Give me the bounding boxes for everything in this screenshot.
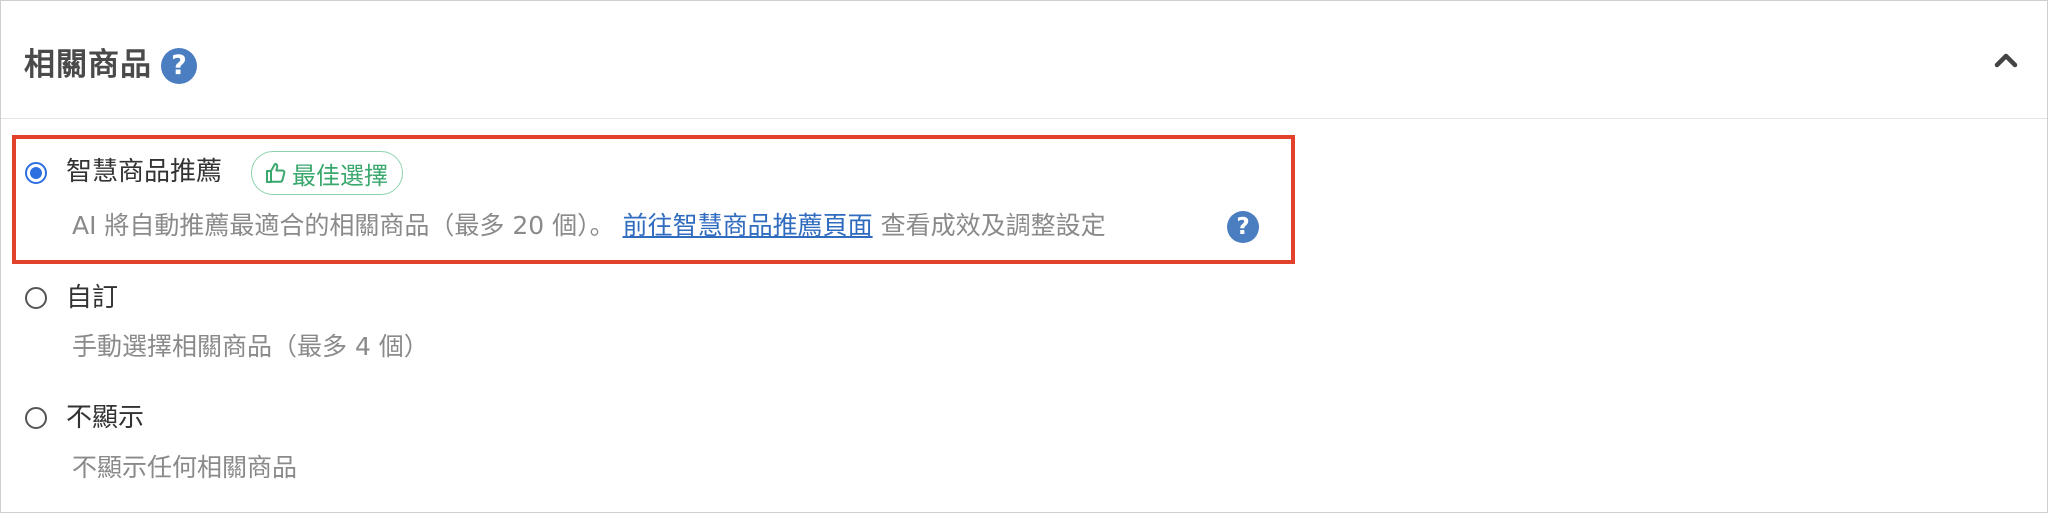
description-text: AI 將自動推薦最適合的相關商品（最多 20 個）。 xyxy=(72,211,615,240)
radio-smart-recommendation[interactable] xyxy=(25,162,47,184)
panel-header: 相關商品 ? xyxy=(1,1,2047,119)
badge-label: 最佳選擇 xyxy=(292,161,388,190)
best-choice-badge: 最佳選擇 xyxy=(251,151,403,195)
thumbs-up-icon xyxy=(266,163,286,183)
chevron-up-icon xyxy=(1994,53,2018,68)
question-circle-icon[interactable]: ? xyxy=(1227,211,1259,243)
section-title: 相關商品 xyxy=(24,47,152,83)
smart-recommendation-page-link[interactable]: 前往智慧商品推薦頁面 xyxy=(623,211,873,240)
description-suffix: 查看成效及調整設定 xyxy=(880,211,1106,240)
radio-hide[interactable] xyxy=(25,407,47,429)
option-description-custom: 手動選擇相關商品（最多 4 個） xyxy=(72,332,429,361)
option-label-smart[interactable]: 智慧商品推薦 xyxy=(66,155,222,189)
question-circle-icon[interactable]: ? xyxy=(161,48,197,84)
option-label-hide[interactable]: 不顯示 xyxy=(66,401,144,435)
collapse-button[interactable] xyxy=(1991,45,2021,75)
option-description-hide: 不顯示任何相關商品 xyxy=(72,453,298,482)
radio-custom[interactable] xyxy=(25,287,47,309)
option-label-custom[interactable]: 自訂 xyxy=(66,281,118,315)
option-description-smart: AI 將自動推薦最適合的相關商品（最多 20 個）。 前往智慧商品推薦頁面 查看… xyxy=(72,209,1106,243)
related-products-panel: 相關商品 ? 智慧商品推薦 最佳選擇 AI 將自動推薦最適合的相關商品（最多 2… xyxy=(0,0,2048,513)
